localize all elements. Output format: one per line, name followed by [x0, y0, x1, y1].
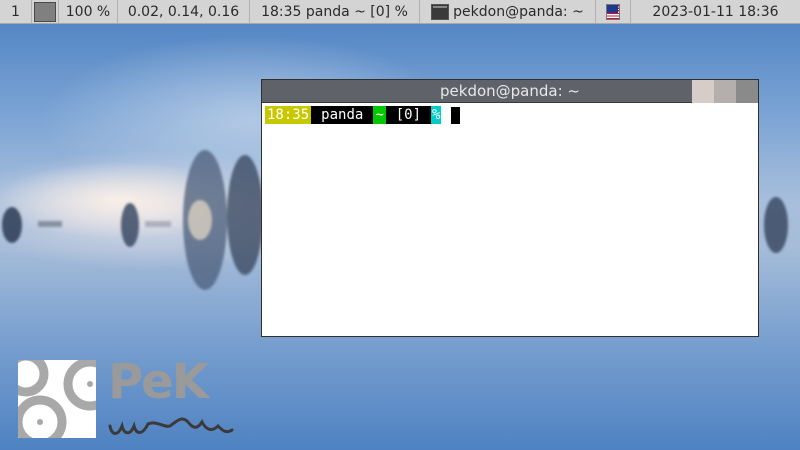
wm-signature-icon — [108, 417, 234, 435]
active-window-title: pekdon@panda: ~ — [453, 3, 584, 20]
load-average-text: 0.02, 0.14, 0.16 — [127, 3, 240, 20]
load-average: 0.02, 0.14, 0.16 — [118, 0, 250, 24]
prompt-host: panda — [311, 106, 374, 124]
terminal-window[interactable]: pekdon@panda: ~ 18:35 panda ~ [0] % — [261, 79, 759, 337]
prompt-directory: ~ — [373, 106, 386, 124]
wallpaper-reflection — [2, 207, 62, 243]
wallpaper-reflection — [764, 197, 788, 253]
keyboard-layout[interactable] — [596, 0, 630, 24]
text-cursor — [451, 106, 461, 124]
workspace-preview[interactable] — [32, 0, 59, 24]
close-button[interactable] — [736, 80, 758, 103]
wallpaper-reflection — [121, 203, 171, 247]
workspace-indicator[interactable]: 1 — [0, 0, 32, 24]
prompt-time: 18:35 — [265, 106, 312, 124]
terminal-content[interactable]: 18:35 panda ~ [0] % — [262, 103, 758, 127]
prompt-jobs: [0] — [385, 106, 432, 124]
cpu-usage: 100 % — [59, 0, 118, 24]
pek-logo-text: PeK — [108, 354, 209, 410]
shell-status-text: 18:35 panda ~ [0] % — [261, 3, 408, 20]
prompt-symbol: % — [431, 106, 442, 124]
window-buttons — [692, 80, 758, 103]
window-title: pekdon@panda: ~ — [440, 82, 580, 100]
workspace-number: 1 — [11, 3, 20, 20]
pek-logo-mark-icon — [18, 360, 96, 438]
clock[interactable]: 2023-01-11 18:36 — [630, 0, 800, 24]
top-panel: 1 100 % 0.02, 0.14, 0.16 18:35 panda ~ [… — [0, 0, 800, 24]
wallpaper-reflection — [183, 150, 263, 290]
clock-text: 2023-01-11 18:36 — [652, 3, 779, 20]
iconify-button[interactable] — [692, 80, 714, 103]
window-titlebar[interactable]: pekdon@panda: ~ — [262, 80, 758, 103]
shell-status: 18:35 panda ~ [0] % — [250, 0, 420, 24]
active-window-task[interactable]: pekdon@panda: ~ — [420, 0, 596, 24]
cpu-usage-text: 100 % — [65, 3, 111, 20]
maximize-button[interactable] — [714, 80, 736, 103]
terminal-icon — [431, 3, 450, 20]
shell-prompt: 18:35 panda ~ [0] % — [265, 106, 755, 124]
us-flag-icon — [606, 3, 620, 20]
workspace-swatch-icon — [34, 1, 56, 22]
